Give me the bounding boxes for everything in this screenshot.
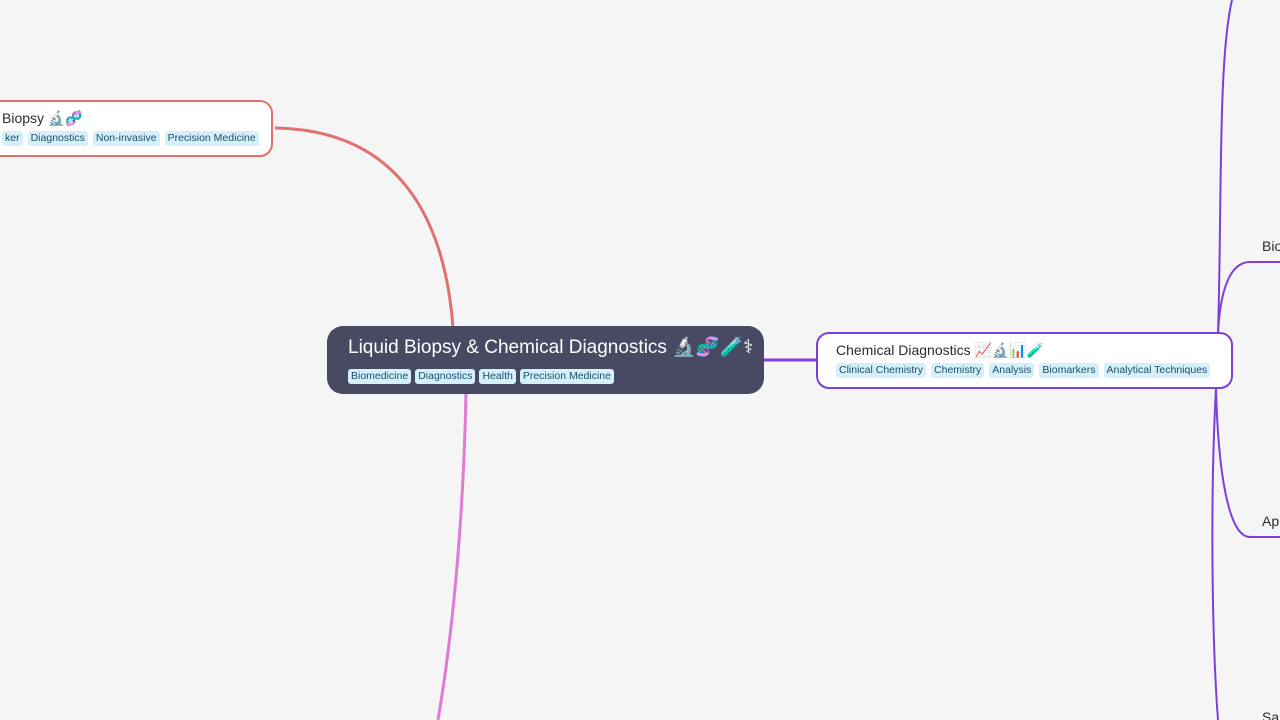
tag-list: Biomedicine Diagnostics Health Precision… [348, 369, 743, 384]
mindmap-canvas[interactable]: Bio App Sa Biopsy 🔬🧬 ker Diagnostics Non… [0, 0, 1280, 720]
topic-title: Biopsy 🔬🧬 [2, 110, 83, 126]
offscreen-node-label: Sa [1262, 709, 1280, 720]
connector-root-to-bottom [436, 391, 468, 720]
topic-title: Chemical Diagnostics 📈🔬📊🧪 [836, 342, 1045, 358]
tag[interactable]: Chemistry [931, 363, 985, 378]
offscreen-node-label: App [1262, 513, 1280, 529]
tag[interactable]: Clinical Chemistry [836, 363, 927, 378]
tag[interactable]: Precision Medicine [164, 131, 259, 146]
tag[interactable]: Non-invasive [92, 131, 160, 146]
tag[interactable]: Health [479, 369, 516, 384]
tag-list: Clinical Chemistry Chemistry Analysis Bi… [836, 363, 1213, 378]
tag[interactable]: ker [2, 131, 23, 146]
tag[interactable]: Analysis [989, 363, 1035, 378]
offscreen-node-label: Bio [1262, 238, 1280, 254]
connector-right-to-top [1217, 0, 1233, 335]
connector-right-to-sa [1211, 387, 1219, 720]
root-topic-title: Liquid Biopsy & Chemical Diagnostics 🔬🧬🧪… [348, 337, 754, 358]
tag[interactable]: Diagnostics [27, 131, 88, 146]
tag[interactable]: Biomedicine [348, 369, 412, 384]
root-topic-node[interactable]: Liquid Biopsy & Chemical Diagnostics 🔬🧬🧪… [327, 326, 764, 394]
connector-right-to-bio [1217, 261, 1280, 335]
connector-root-to-left [274, 126, 455, 329]
tag[interactable]: Precision Medicine [519, 369, 614, 384]
topic-node-chemical-diagnostics[interactable]: Chemical Diagnostics 📈🔬📊🧪 Clinical Chemi… [816, 332, 1233, 389]
topic-node-biopsy[interactable]: Biopsy 🔬🧬 ker Diagnostics Non-invasive P… [0, 100, 273, 157]
tag-list: ker Diagnostics Non-invasive Precision M… [2, 131, 259, 146]
tag[interactable]: Diagnostics [415, 369, 476, 384]
tag[interactable]: Biomarkers [1039, 363, 1099, 378]
tag[interactable]: Analytical Techniques [1103, 363, 1211, 378]
